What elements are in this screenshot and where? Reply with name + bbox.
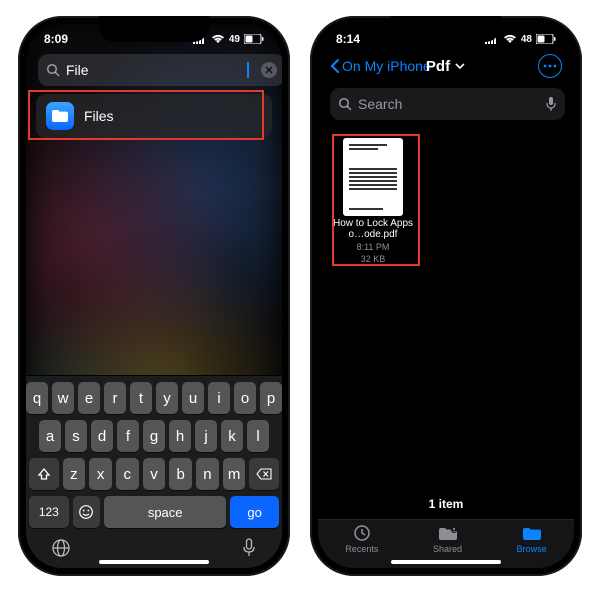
ios-keyboard[interactable]: q w e r t y u i o p a s d f g h j k l bbox=[26, 375, 282, 568]
key-d[interactable]: d bbox=[91, 420, 113, 452]
spotlight-search-field[interactable] bbox=[38, 54, 282, 86]
chevron-down-icon bbox=[454, 62, 466, 70]
tab-recents[interactable]: Recents bbox=[345, 524, 378, 554]
battery-pct: 48 bbox=[521, 34, 532, 45]
key-h[interactable]: h bbox=[169, 420, 191, 452]
shared-folder-icon bbox=[437, 524, 459, 542]
wifi-icon bbox=[503, 34, 517, 44]
key-row-1: q w e r t y u i o p bbox=[29, 382, 279, 414]
notch bbox=[391, 16, 501, 42]
spotlight-search-input[interactable] bbox=[66, 62, 247, 78]
clear-search-icon[interactable] bbox=[261, 62, 277, 78]
clock: 8:09 bbox=[44, 32, 68, 46]
tab-label: Browse bbox=[517, 544, 547, 554]
shift-key[interactable] bbox=[29, 458, 59, 490]
file-thumbnail bbox=[343, 138, 403, 216]
key-r[interactable]: r bbox=[104, 382, 126, 414]
key-j[interactable]: j bbox=[195, 420, 217, 452]
files-grid: How to Lock Apps o…ode.pdf 8:11 PM 32 KB bbox=[318, 128, 574, 489]
more-options-button[interactable] bbox=[538, 54, 562, 78]
battery-icon bbox=[244, 34, 264, 44]
tab-label: Shared bbox=[433, 544, 462, 554]
search-icon bbox=[338, 97, 352, 111]
tab-shared[interactable]: Shared bbox=[433, 524, 462, 554]
key-p[interactable]: p bbox=[260, 382, 282, 414]
folder-title[interactable]: Pdf bbox=[426, 58, 466, 75]
files-navbar: On My iPhone Pdf bbox=[318, 48, 574, 82]
phone-left: 8:09 49 Cancel bbox=[18, 16, 290, 576]
backspace-icon bbox=[256, 468, 272, 480]
space-key[interactable]: space bbox=[104, 496, 226, 528]
dictation-icon[interactable] bbox=[241, 538, 257, 558]
spotlight-results: Files bbox=[26, 94, 282, 138]
home-indicator[interactable] bbox=[99, 560, 209, 564]
key-y[interactable]: y bbox=[156, 382, 178, 414]
files-search-field[interactable] bbox=[330, 88, 565, 120]
clock-icon bbox=[351, 524, 373, 542]
home-indicator[interactable] bbox=[391, 560, 501, 564]
key-e[interactable]: e bbox=[78, 382, 100, 414]
key-q[interactable]: q bbox=[26, 382, 48, 414]
go-key[interactable]: go bbox=[230, 496, 279, 528]
notch bbox=[99, 16, 209, 42]
tab-browse[interactable]: Browse bbox=[517, 524, 547, 554]
backspace-key[interactable] bbox=[249, 458, 279, 490]
files-app-icon bbox=[46, 102, 74, 130]
phone-right: 8:14 48 On My iPhone Pdf bbox=[310, 16, 582, 576]
item-count: 1 item bbox=[318, 489, 574, 519]
folder-title-label: Pdf bbox=[426, 58, 450, 75]
key-g[interactable]: g bbox=[143, 420, 165, 452]
screen-left: 8:09 49 Cancel bbox=[26, 24, 282, 568]
key-i[interactable]: i bbox=[208, 382, 230, 414]
key-x[interactable]: x bbox=[89, 458, 112, 490]
file-size: 32 KB bbox=[361, 254, 386, 264]
file-time: 8:11 PM bbox=[357, 242, 390, 252]
key-a[interactable]: a bbox=[39, 420, 61, 452]
key-o[interactable]: o bbox=[234, 382, 256, 414]
file-item[interactable]: How to Lock Apps o…ode.pdf 8:11 PM 32 KB bbox=[332, 138, 414, 479]
screen-right: 8:14 48 On My iPhone Pdf bbox=[318, 24, 574, 568]
shift-icon bbox=[37, 467, 51, 481]
battery-icon bbox=[536, 34, 556, 44]
numbers-key[interactable]: 123 bbox=[29, 496, 69, 528]
back-button[interactable]: On My iPhone bbox=[330, 58, 431, 74]
key-k[interactable]: k bbox=[221, 420, 243, 452]
files-search-row bbox=[318, 82, 574, 128]
dictation-icon[interactable] bbox=[545, 96, 557, 112]
globe-icon[interactable] bbox=[51, 538, 71, 558]
tab-label: Recents bbox=[345, 544, 378, 554]
key-row-2: a s d f g h j k l bbox=[29, 420, 279, 452]
clock: 8:14 bbox=[336, 32, 360, 46]
key-row-3: z x c v b n m bbox=[29, 458, 279, 490]
key-n[interactable]: n bbox=[196, 458, 219, 490]
keyboard-assist-row bbox=[29, 534, 279, 560]
key-b[interactable]: b bbox=[169, 458, 192, 490]
file-name: How to Lock Apps o…ode.pdf bbox=[332, 218, 414, 240]
key-t[interactable]: t bbox=[130, 382, 152, 414]
key-z[interactable]: z bbox=[63, 458, 86, 490]
result-item-files[interactable]: Files bbox=[36, 94, 272, 138]
emoji-icon bbox=[78, 504, 94, 520]
key-row-4: 123 space go bbox=[29, 496, 279, 528]
spotlight-search-row: Cancel bbox=[26, 48, 282, 94]
battery-pct: 49 bbox=[229, 34, 240, 45]
chevron-left-icon bbox=[330, 58, 340, 74]
key-u[interactable]: u bbox=[182, 382, 204, 414]
back-label: On My iPhone bbox=[342, 58, 431, 74]
key-w[interactable]: w bbox=[52, 382, 74, 414]
emoji-key[interactable] bbox=[73, 496, 100, 528]
ellipsis-icon bbox=[543, 64, 557, 68]
key-f[interactable]: f bbox=[117, 420, 139, 452]
key-s[interactable]: s bbox=[65, 420, 87, 452]
key-l[interactable]: l bbox=[247, 420, 269, 452]
key-m[interactable]: m bbox=[223, 458, 246, 490]
folder-icon bbox=[521, 524, 543, 542]
wifi-icon bbox=[211, 34, 225, 44]
result-item-label: Files bbox=[84, 108, 114, 124]
key-c[interactable]: c bbox=[116, 458, 139, 490]
files-search-input[interactable] bbox=[358, 96, 539, 112]
search-icon bbox=[46, 63, 60, 77]
key-v[interactable]: v bbox=[143, 458, 166, 490]
text-cursor-icon bbox=[247, 62, 249, 78]
